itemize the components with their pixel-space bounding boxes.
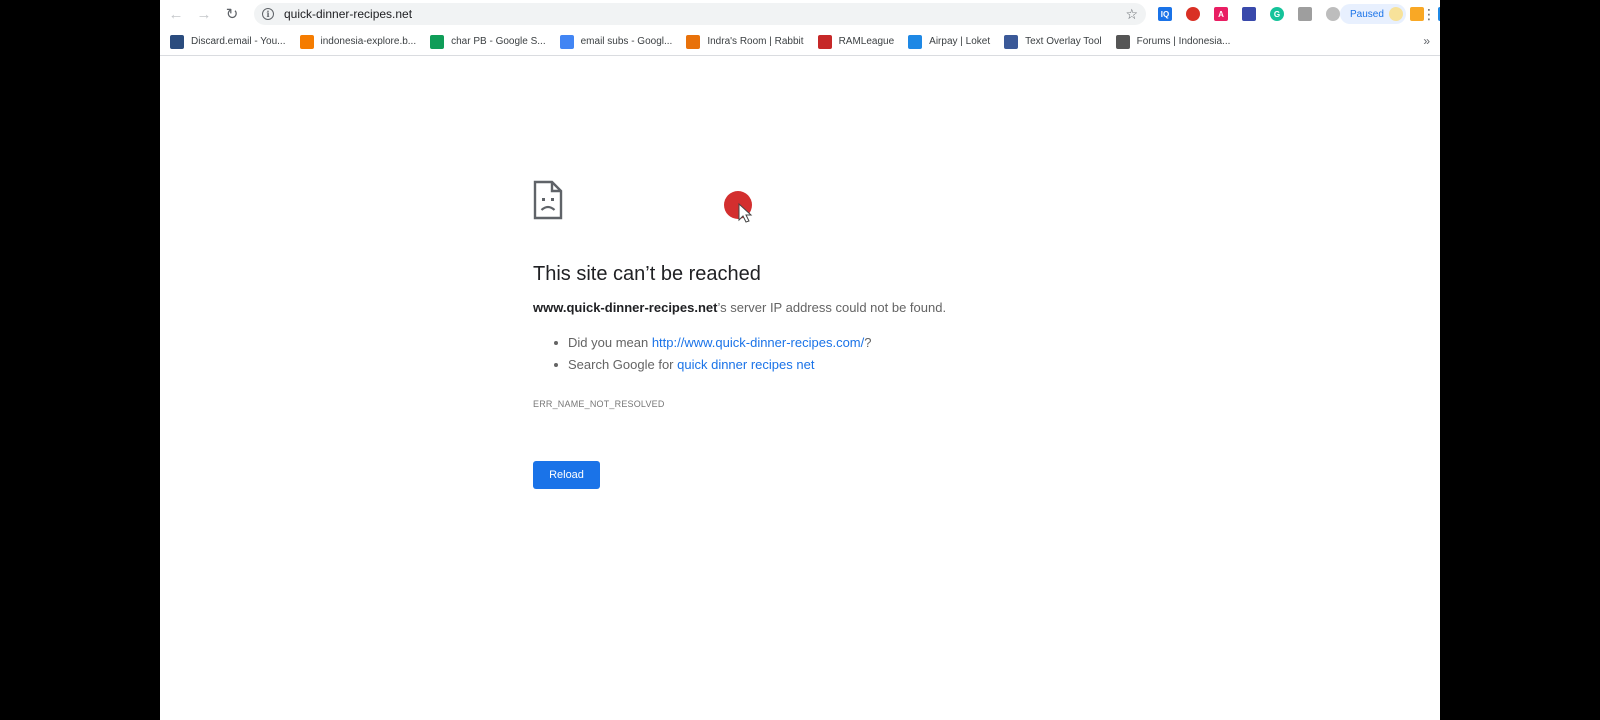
star-icon[interactable]: ☆: [1125, 6, 1138, 23]
bookmark-item[interactable]: indonesia-explore.b...: [299, 34, 417, 49]
sad-document-icon: [533, 180, 563, 220]
rabbit-icon: [686, 34, 701, 49]
suggestion-suffix: ?: [864, 335, 872, 350]
globe-icon: [1115, 34, 1130, 49]
bookmark-label: char PB - Google S...: [451, 36, 546, 47]
suggestion-prefix: Search Google for: [568, 357, 678, 372]
url-text[interactable]: quick-dinner-recipes.net: [284, 7, 412, 21]
address-bar[interactable]: i quick-dinner-recipes.net ☆: [254, 3, 1146, 25]
forward-button[interactable]: →: [192, 2, 216, 26]
bookmark-item[interactable]: char PB - Google S...: [430, 34, 546, 49]
toolbar: ← → ↻ i quick-dinner-recipes.net ☆ IQAGM…: [160, 0, 1440, 28]
book-extension-icon[interactable]: [1242, 7, 1256, 21]
chevron-more-icon[interactable]: »: [1423, 34, 1430, 48]
reload-toolbar-button[interactable]: ↻: [220, 2, 244, 26]
menu-icon[interactable]: ⋮: [1422, 4, 1436, 24]
suggestion-prefix: Did you mean: [568, 335, 652, 350]
bookmark-item[interactable]: Airpay | Loket: [908, 34, 991, 49]
error-description: www.quick-dinner-recipes.net’s server IP…: [533, 300, 946, 315]
image-extension-icon[interactable]: [1298, 7, 1312, 21]
a-extension-icon[interactable]: A: [1214, 7, 1228, 21]
google-icon: [559, 34, 574, 49]
profile-status: Paused: [1350, 8, 1384, 20]
cursor-click-icon: [724, 191, 753, 223]
bookmark-item[interactable]: Indra's Room | Rabbit: [686, 34, 804, 49]
list-item: Search Google for quick dinner recipes n…: [550, 356, 871, 378]
bookmark-item[interactable]: Text Overlay Tool: [1004, 34, 1102, 49]
grammarly-extension-icon[interactable]: G: [1270, 7, 1284, 21]
sheets-icon: [430, 34, 445, 49]
bookmarks-bar: Discard.email - You... indonesia-explore.…: [160, 28, 1440, 56]
bookmark-item[interactable]: email subs - Googl...: [559, 34, 673, 49]
back-arrow-icon: ←: [168, 5, 184, 23]
bookmark-label: RAMLeague: [838, 36, 895, 47]
avatar: [1389, 7, 1403, 21]
bookmark-label: indonesia-explore.b...: [320, 36, 417, 47]
bookmark-label: Forums | Indonesia...: [1136, 36, 1231, 47]
error-message: ’s server IP address could not be found.: [717, 300, 947, 315]
list-item: Did you mean http://www.quick-dinner-rec…: [550, 334, 871, 356]
forward-arrow-icon: →: [196, 5, 212, 23]
search-google-link[interactable]: quick dinner recipes net: [677, 357, 814, 372]
suggested-url-link[interactable]: http://www.quick-dinner-recipes.com/: [652, 335, 864, 350]
bookmark-item[interactable]: Forums | Indonesia...: [1115, 34, 1231, 49]
error-title: This site can’t be reached: [533, 263, 761, 285]
refresh-icon: ↻: [225, 6, 239, 23]
reload-button[interactable]: Reload: [533, 461, 600, 489]
bookmark-label: Discard.email - You...: [191, 36, 286, 47]
facebook-icon: [1004, 34, 1019, 49]
browser-window: ← → ↻ i quick-dinner-recipes.net ☆ IQAGM…: [160, 0, 1440, 720]
profile-button[interactable]: Paused: [1340, 4, 1406, 24]
suggestions-list: Did you mean http://www.quick-dinner-rec…: [550, 334, 871, 378]
back-button[interactable]: ←: [164, 2, 188, 26]
bookmark-label: Airpay | Loket: [929, 36, 991, 47]
gear-extension-icon[interactable]: [1326, 7, 1340, 21]
bookmark-label: email subs - Googl...: [580, 36, 673, 47]
iq-extension-icon[interactable]: IQ: [1158, 7, 1172, 21]
bookmark-item[interactable]: RAMLeague: [817, 34, 895, 49]
download-extension-icon[interactable]: [1438, 7, 1440, 21]
email-icon: [170, 34, 184, 49]
error-code: ERR_NAME_NOT_RESOLVED: [533, 399, 665, 409]
airpay-icon: [908, 34, 923, 49]
bookmark-item[interactable]: Discard.email - You...: [170, 34, 286, 49]
bookmark-label: Indra's Room | Rabbit: [707, 36, 804, 47]
bookmark-label: Text Overlay Tool: [1025, 36, 1102, 47]
ramleague-icon: [817, 34, 832, 49]
error-host: www.quick-dinner-recipes.net: [533, 300, 718, 315]
pdf-extension-icon[interactable]: [1186, 7, 1200, 21]
info-icon[interactable]: i: [262, 8, 274, 20]
error-page: This site can’t be reached www.quick-din…: [160, 57, 1440, 720]
blogger-icon: [299, 34, 314, 49]
